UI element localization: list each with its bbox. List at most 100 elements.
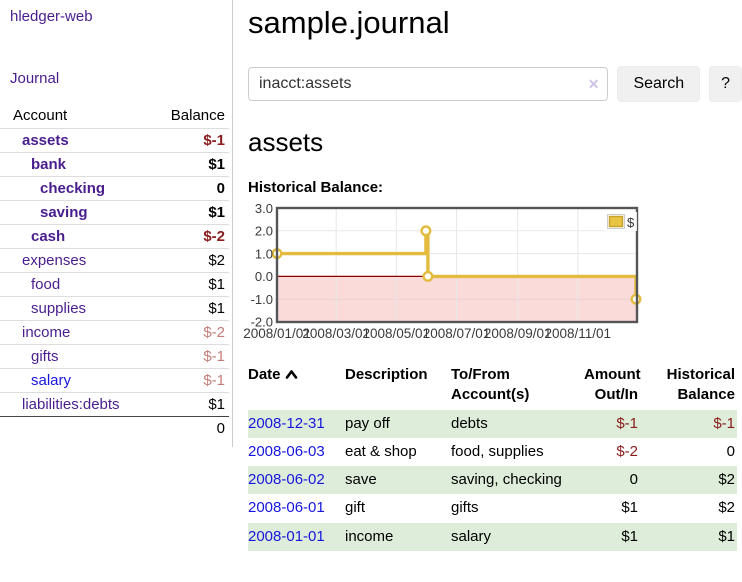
search-input[interactable] — [248, 67, 608, 101]
y-tick: 0.0 — [255, 269, 273, 284]
transaction-accounts: gifts — [451, 494, 584, 522]
account-row-assets[interactable]: assets $-1 — [0, 128, 229, 152]
search-button[interactable]: Search — [617, 66, 700, 102]
transaction-amount: 0 — [584, 466, 646, 494]
help-button[interactable]: ? — [709, 66, 742, 102]
transaction-description: pay off — [345, 410, 451, 438]
clear-search-icon[interactable]: ✕ — [588, 76, 600, 93]
register-row[interactable]: 2008-06-03 eat & shop food, supplies $-2… — [248, 438, 737, 466]
account-balance: $1 — [208, 396, 225, 413]
account-balance: $-1 — [203, 372, 225, 389]
account-balance: $1 — [208, 156, 225, 173]
accounts-column-header: To/From Account(s) — [451, 363, 584, 410]
transaction-description: gift — [345, 494, 451, 522]
account-link[interactable]: gifts — [31, 348, 59, 365]
y-tick: -1.0 — [251, 292, 273, 307]
x-tick: 2008/01/01 — [243, 326, 311, 341]
account-link[interactable]: expenses — [22, 252, 86, 269]
account-row-supplies[interactable]: supplies $1 — [0, 296, 229, 320]
search-form: ✕ Search ? — [248, 66, 742, 102]
main-content: sample.journal ✕ Search ? assets Histori… — [248, 0, 742, 551]
y-tick: 3.0 — [255, 201, 273, 216]
account-balance: $-1 — [203, 132, 225, 149]
account-balance: $1 — [208, 300, 225, 317]
transaction-balance: $-1 — [646, 410, 737, 438]
account-link[interactable]: saving — [40, 204, 88, 221]
transaction-date-link[interactable]: 2008-12-31 — [248, 415, 325, 432]
account-link[interactable]: supplies — [31, 300, 86, 317]
account-row-checking[interactable]: checking 0 — [0, 176, 229, 200]
transaction-date-link[interactable]: 2008-06-02 — [248, 471, 325, 488]
transaction-description: save — [345, 466, 451, 494]
legend-label: $ — [627, 215, 635, 230]
x-tick: 2008/03/01 — [302, 326, 370, 341]
balance-chart-svg: $ 3.0 2.0 1.0 0.0 -1.0 -2.0 2008/01/01 2… — [248, 204, 742, 346]
register-table: Date Description To/From Account(s) Amou… — [248, 363, 737, 551]
sidebar: hledger-web Journal Account Balance asse… — [0, 0, 233, 447]
account-row-expenses[interactable]: expenses $2 — [0, 248, 229, 272]
amount-column-header: Amount Out/In — [584, 363, 646, 410]
data-point — [424, 272, 433, 281]
transaction-date-link[interactable]: 2008-06-03 — [248, 443, 325, 460]
page-title: sample.journal — [248, 5, 742, 41]
transaction-balance: $1 — [646, 523, 737, 551]
transaction-balance: $2 — [646, 494, 737, 522]
transaction-accounts: salary — [451, 523, 584, 551]
transaction-balance: 0 — [646, 438, 737, 466]
account-balance: $2 — [208, 252, 225, 269]
register-row[interactable]: 2008-12-31 pay off debts $-1 $-1 — [248, 410, 737, 438]
account-balance: $-2 — [203, 228, 225, 245]
chart-legend: $ — [604, 212, 637, 231]
x-tick: 2008/09/01 — [484, 326, 552, 341]
account-heading: assets — [248, 127, 742, 158]
account-row-food[interactable]: food $1 — [0, 272, 229, 296]
account-row-saving[interactable]: saving $1 — [0, 200, 229, 224]
account-link[interactable]: checking — [40, 180, 105, 197]
x-tick: 2008/05/01 — [363, 326, 431, 341]
accounts-table-header: Account Balance — [0, 103, 229, 128]
account-link[interactable]: food — [31, 276, 60, 293]
transaction-amount: $1 — [584, 523, 646, 551]
transaction-amount: $-1 — [584, 410, 646, 438]
account-row-income[interactable]: income $-2 — [0, 320, 229, 344]
account-link[interactable]: cash — [31, 228, 65, 245]
account-link[interactable]: bank — [31, 156, 66, 173]
register-row[interactable]: 2008-06-02 save saving, checking 0 $2 — [248, 466, 737, 494]
account-column-header: Account — [13, 107, 67, 124]
x-tick: 2008/11/01 — [545, 326, 612, 341]
account-row-bank[interactable]: bank $1 — [0, 152, 229, 176]
account-row-liabilities-debts[interactable]: liabilities:debts $1 — [0, 392, 229, 416]
transaction-accounts: saving, checking — [451, 466, 584, 494]
account-row-gifts[interactable]: gifts $-1 — [0, 344, 229, 368]
account-link[interactable]: liabilities:debts — [22, 396, 120, 413]
account-balance: $1 — [208, 204, 225, 221]
legend-swatch — [610, 217, 623, 227]
account-balance: $1 — [208, 276, 225, 293]
account-balance: $-1 — [203, 348, 225, 365]
journal-link[interactable]: Journal — [10, 70, 59, 87]
transaction-date-link[interactable]: 2008-06-01 — [248, 499, 325, 516]
register-header-row: Date Description To/From Account(s) Amou… — [248, 363, 737, 410]
transaction-amount: $1 — [584, 494, 646, 522]
account-balance: $-2 — [203, 324, 225, 341]
app-title-link[interactable]: hledger-web — [10, 8, 93, 25]
y-tick: 2.0 — [255, 224, 273, 239]
y-tick: 1.0 — [255, 246, 273, 261]
transaction-date-link[interactable]: 2008-01-01 — [248, 528, 325, 545]
register-row[interactable]: 2008-01-01 income salary $1 $1 — [248, 523, 737, 551]
account-link[interactable]: income — [22, 324, 70, 341]
balance-column-header: Balance — [171, 107, 225, 124]
accounts-total-row: 0 — [0, 416, 229, 440]
description-column-header: Description — [345, 363, 451, 410]
register-row[interactable]: 2008-06-01 gift gifts $1 $2 — [248, 494, 737, 522]
date-column-header[interactable]: Date — [248, 363, 345, 410]
account-link[interactable]: assets — [22, 132, 69, 149]
account-row-salary[interactable]: salary $-1 — [0, 368, 229, 392]
account-row-cash[interactable]: cash $-2 — [0, 224, 229, 248]
chart-title: Historical Balance: — [248, 179, 742, 196]
account-link[interactable]: salary — [31, 372, 71, 389]
account-balance: 0 — [217, 180, 225, 197]
sort-ascending-icon — [285, 366, 298, 386]
x-axis-labels: 2008/01/01 2008/03/01 2008/05/01 2008/07… — [243, 326, 611, 341]
date-header-label: Date — [248, 366, 281, 383]
